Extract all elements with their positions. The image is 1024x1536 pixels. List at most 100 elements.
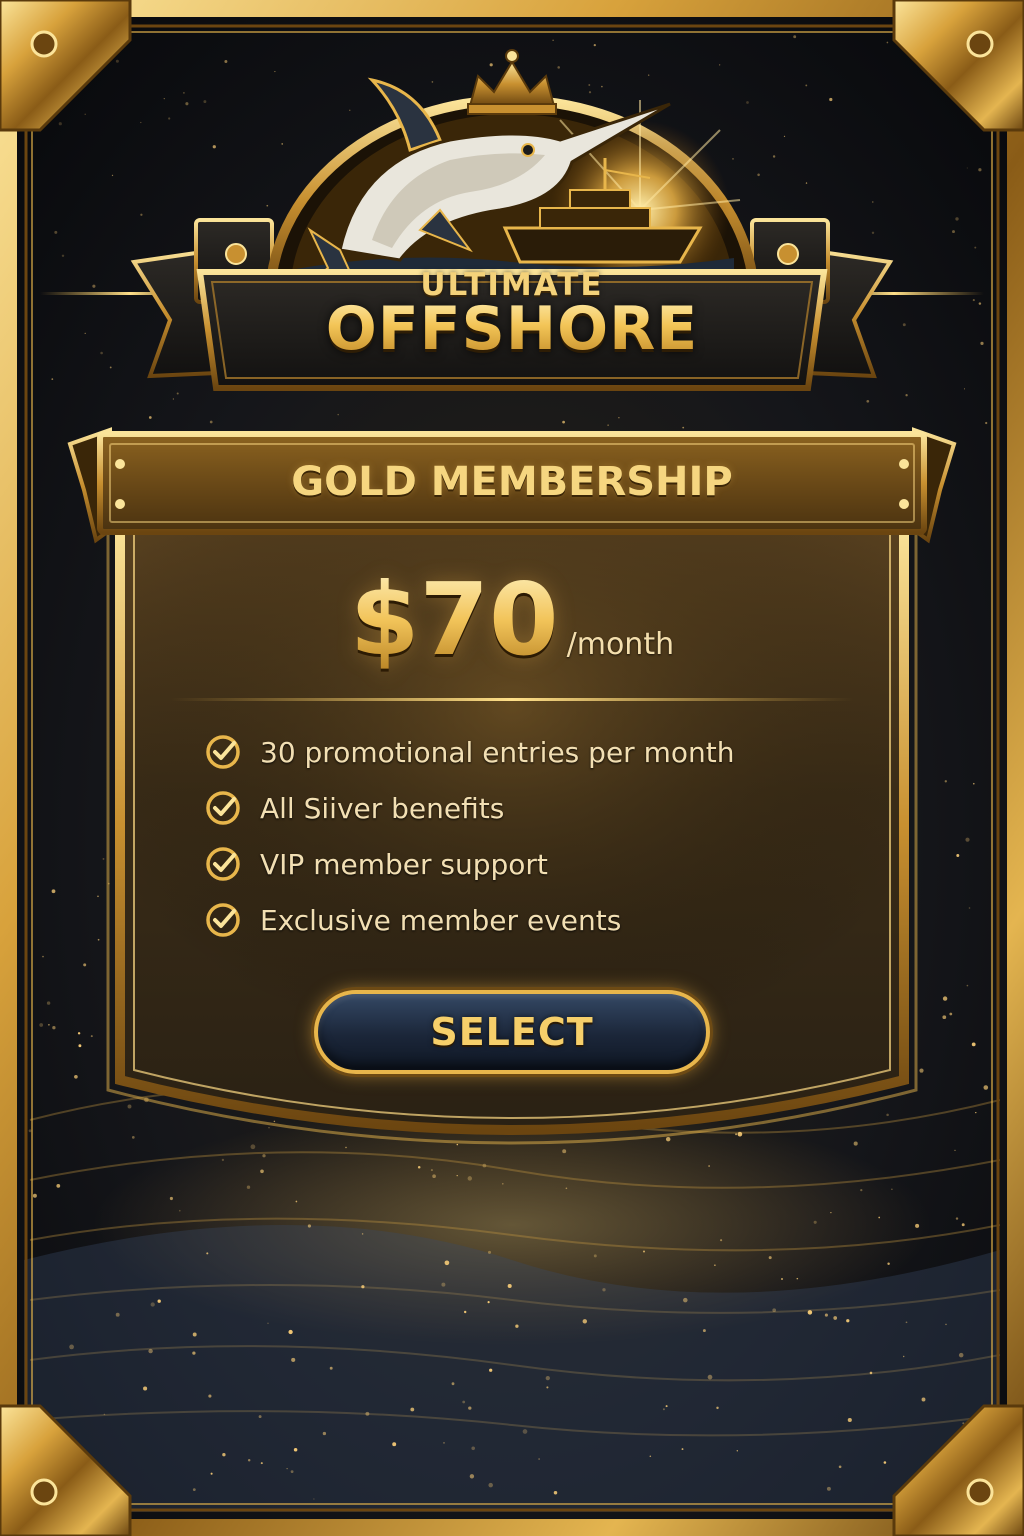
membership-card: ULTIMATE OFFSHORE GOLD MEMBERSHIP $70/mo… <box>0 0 1024 1536</box>
sparkle <box>968 907 971 909</box>
sparkle <box>266 204 269 207</box>
checkmark-circle-icon <box>206 735 240 769</box>
logo-wordmark-main: OFFSHORE <box>232 292 792 366</box>
sparkle <box>290 1470 294 1473</box>
sparkle <box>772 1308 777 1313</box>
sparkle <box>462 1400 466 1404</box>
sparkle <box>648 74 650 76</box>
sparkle <box>148 416 152 419</box>
sparkle <box>507 1283 512 1289</box>
sparkle <box>607 424 609 426</box>
sparkle <box>975 1111 977 1114</box>
sparkle <box>582 1319 588 1324</box>
sparkle <box>192 1351 196 1355</box>
sparkle <box>781 1278 783 1280</box>
sparkle <box>140 213 143 216</box>
sparkle <box>258 1415 262 1419</box>
feature-text: VIP member support <box>260 847 548 881</box>
sparkle <box>224 60 228 63</box>
sparkle <box>736 1450 738 1452</box>
sparkle <box>826 1486 831 1491</box>
sparkle <box>61 254 65 258</box>
sparkle <box>872 201 874 203</box>
sparkle <box>92 284 96 288</box>
sparkle <box>552 39 554 41</box>
sparkle <box>955 217 959 221</box>
sparkle <box>501 1182 504 1185</box>
sparkle <box>562 1149 567 1154</box>
sparkle <box>522 1429 528 1434</box>
sparkle <box>565 1187 568 1190</box>
sparkle <box>829 97 833 102</box>
sparkle <box>716 1406 719 1410</box>
sparkle <box>847 1417 852 1423</box>
sparkle <box>482 1163 487 1168</box>
sparkle <box>444 1260 450 1266</box>
sparkle <box>78 1044 82 1048</box>
sparkle <box>902 1355 905 1358</box>
sparkle <box>32 1193 37 1198</box>
sparkle <box>515 1324 519 1328</box>
sparkle <box>268 1126 270 1129</box>
plan-title: GOLD MEMBERSHIP <box>291 459 733 505</box>
sparkle <box>260 1169 264 1174</box>
sparkle <box>84 332 86 335</box>
sparkle <box>887 1262 890 1266</box>
sparkle <box>643 1250 645 1253</box>
sparkle <box>942 1015 947 1020</box>
select-button[interactable]: SELECT <box>314 990 710 1074</box>
sparkle <box>546 1386 549 1389</box>
sparkle <box>737 1131 743 1137</box>
sparkle <box>441 1282 446 1287</box>
sparkle <box>69 1344 74 1350</box>
sparkle <box>871 231 875 235</box>
sparkle <box>361 1285 365 1289</box>
sparkle <box>538 1458 540 1460</box>
sparkle <box>964 388 965 390</box>
sparkle <box>74 1074 78 1079</box>
sparkle <box>185 102 189 106</box>
sparkle <box>247 1459 251 1462</box>
price-divider <box>170 698 854 701</box>
sparkle <box>805 84 808 87</box>
sparkle <box>469 1474 475 1479</box>
sparkle <box>111 174 114 177</box>
sparkle <box>985 421 988 425</box>
sparkle <box>183 92 185 94</box>
sparkle <box>291 1357 296 1362</box>
sparkle <box>140 121 142 124</box>
sparkle <box>681 1448 684 1451</box>
sparkle <box>210 1472 213 1475</box>
sparkle <box>557 66 560 69</box>
sparkle <box>260 1462 263 1465</box>
sparkle <box>48 1023 50 1026</box>
sparkle <box>102 857 105 860</box>
checkmark-circle-icon <box>206 791 240 825</box>
sparkle <box>944 780 947 783</box>
sparkle <box>768 1256 772 1260</box>
sparkle <box>838 1465 842 1469</box>
sparkle <box>51 378 54 380</box>
sparkle <box>443 1442 445 1444</box>
checkmark-circle-icon <box>206 847 240 881</box>
sparkle <box>221 1158 225 1162</box>
sparkle <box>618 416 620 419</box>
sparkle <box>115 1312 120 1317</box>
feature-item: Exclusive member events <box>204 892 844 948</box>
sparkle <box>451 1382 455 1386</box>
sparkle <box>273 1120 276 1123</box>
sparkle <box>965 837 970 842</box>
sparkle <box>103 1413 106 1416</box>
sparkle <box>973 782 975 785</box>
sparkle <box>77 1032 81 1035</box>
sparkle <box>746 101 749 104</box>
sparkle <box>682 426 685 429</box>
sparkle <box>489 63 493 67</box>
sparkle <box>886 1113 889 1117</box>
sparkle <box>467 1176 473 1181</box>
sparkle <box>288 1329 293 1335</box>
sparkle <box>432 1174 436 1179</box>
sparkle <box>665 1136 671 1142</box>
sparkle <box>662 1408 665 1411</box>
sparkle <box>208 1394 212 1398</box>
